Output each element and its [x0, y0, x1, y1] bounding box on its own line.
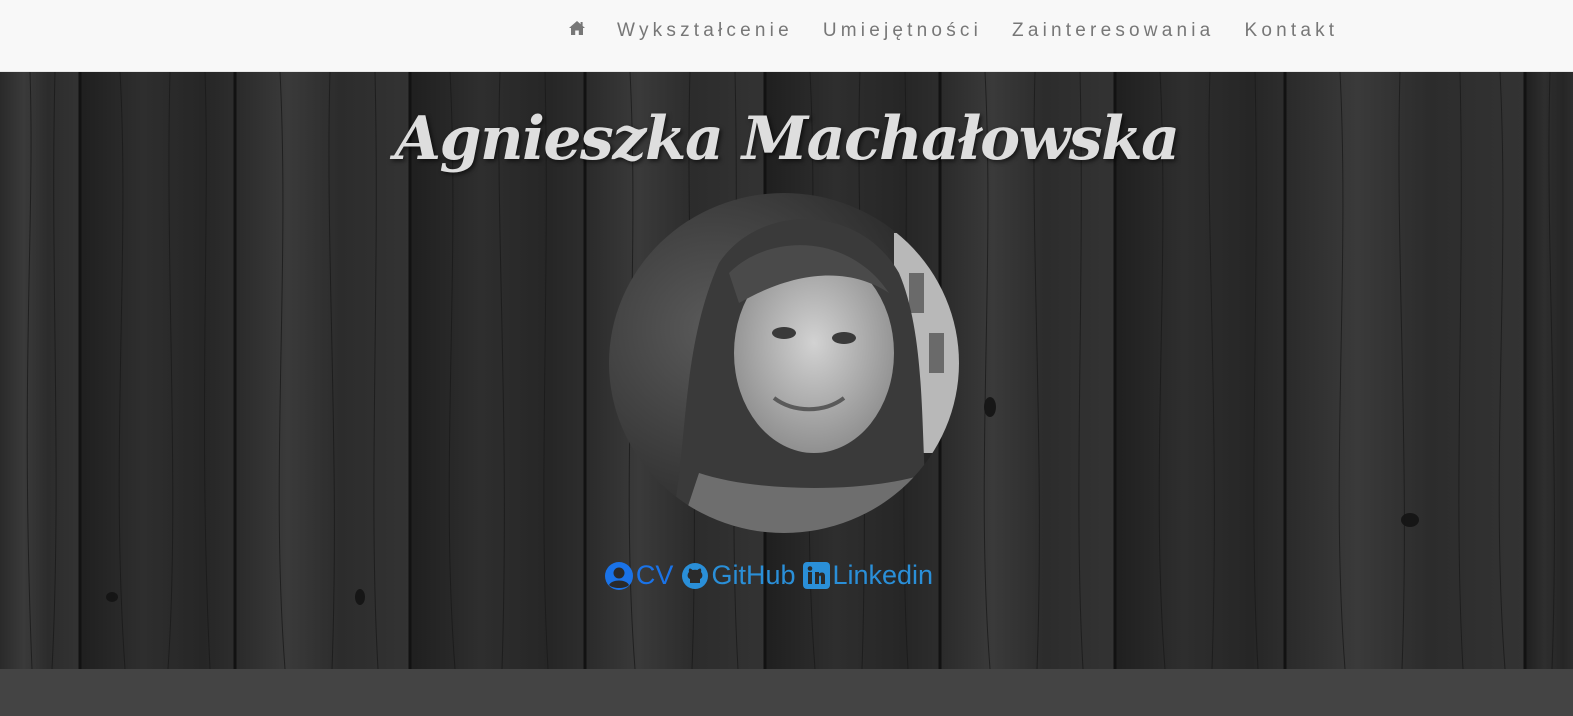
- user-circle-icon: [604, 561, 634, 591]
- nav-menu: Wykształcenie Umiejętności Zainteresowan…: [560, 0, 1353, 62]
- cv-link[interactable]: CV: [604, 560, 674, 591]
- hero-section: Agnieszka Machałowska CV GitHub Linkedin: [0, 72, 1573, 669]
- profile-photo: [609, 193, 959, 533]
- github-link[interactable]: GitHub: [681, 560, 795, 591]
- linkedin-link-label: Linkedin: [832, 560, 934, 590]
- top-navbar: Wykształcenie Umiejętności Zainteresowan…: [0, 0, 1573, 72]
- next-section-band: [0, 669, 1573, 716]
- nav-item-zainteresowania[interactable]: Zainteresowania: [997, 20, 1229, 42]
- nav-home-link[interactable]: [560, 20, 602, 42]
- linkedin-icon: [803, 562, 831, 589]
- page-title-name: Agnieszka Machałowska: [394, 104, 1180, 174]
- github-link-label: GitHub: [711, 560, 796, 590]
- nav-item-umiejetnosci[interactable]: Umiejętności: [808, 20, 997, 42]
- linkedin-link[interactable]: Linkedin: [803, 560, 933, 591]
- social-links: CV GitHub Linkedin: [0, 560, 1555, 591]
- home-icon: [568, 20, 586, 42]
- nav-item-kontakt[interactable]: Kontakt: [1229, 20, 1353, 42]
- github-icon: [681, 562, 709, 590]
- nav-item-wyksztalcenie[interactable]: Wykształcenie: [602, 20, 808, 42]
- cv-link-label: CV: [635, 560, 674, 590]
